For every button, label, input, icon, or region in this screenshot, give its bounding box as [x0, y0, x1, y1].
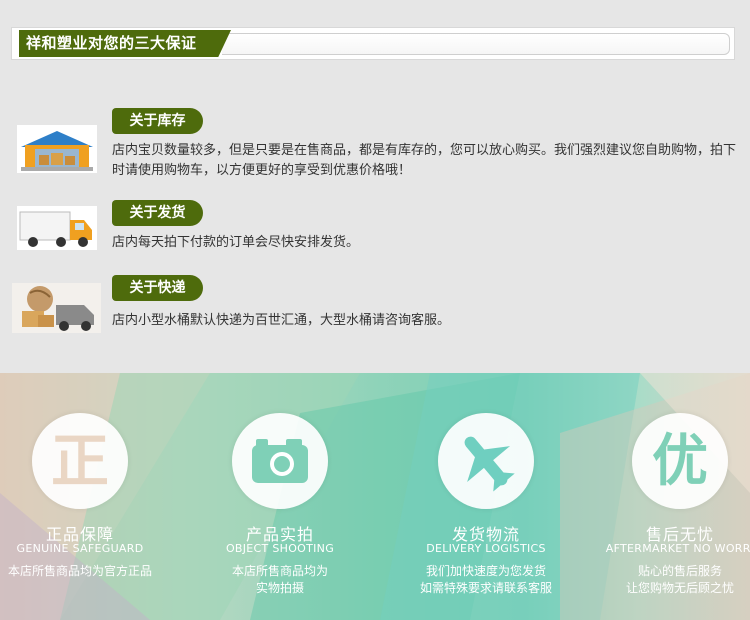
feature-description: 贴心的售后服务 让您购物无后顾之忧 — [625, 564, 734, 595]
feature-subtitle: AFTERMARKET NO WORRI — [605, 542, 750, 555]
section-title: 祥和塑业对您的三大保证 — [19, 30, 231, 57]
courier-description: 店内小型水桶默认快递为百世汇通，大型水桶请咨询客服。 — [112, 313, 451, 328]
camera-icon — [232, 413, 328, 509]
feature-subtitle: GENUINE SAFEGUARD — [16, 542, 144, 555]
feature-description: 本店所售商品均为官方正品 — [7, 564, 152, 578]
warehouse-icon — [17, 125, 97, 173]
genuine-icon: 正 — [32, 413, 128, 509]
guarantee-section: 祥和塑业对您的三大保证 关于库存 店内宝贝数量较多，但是只要是在售商品，都是有库… — [0, 0, 750, 373]
feature-description: 我们加快速度为您发货 如需特殊要求请联系客服 — [419, 564, 552, 595]
feature-subtitle: OBJECT SHOOTING — [225, 542, 335, 555]
feature-description: 本店所售商品均为 实物拍摄 — [231, 564, 328, 595]
header-underline — [222, 33, 730, 55]
feature-banner: 正 正品保障 GENUINE SAFEGUARD 本店所售商品均为官方正品 产品… — [0, 373, 750, 620]
feature-subtitle: DELIVERY LOGISTICS — [426, 542, 546, 555]
shipping-description: 店内每天拍下付款的订单会尽快安排发货。 — [112, 235, 360, 250]
airplane-icon — [438, 413, 534, 509]
delivery-van-icon — [12, 283, 101, 333]
courier-label: 关于快递 — [112, 275, 203, 301]
aftersale-icon: 优 — [632, 413, 728, 509]
stock-label: 关于库存 — [112, 108, 203, 134]
truck-icon — [17, 206, 97, 250]
stock-description: 店内宝贝数量较多，但是只要是在售商品，都是有库存的，您可以放心购买。我们强烈建议… — [112, 143, 737, 178]
shipping-label: 关于发货 — [112, 200, 203, 226]
